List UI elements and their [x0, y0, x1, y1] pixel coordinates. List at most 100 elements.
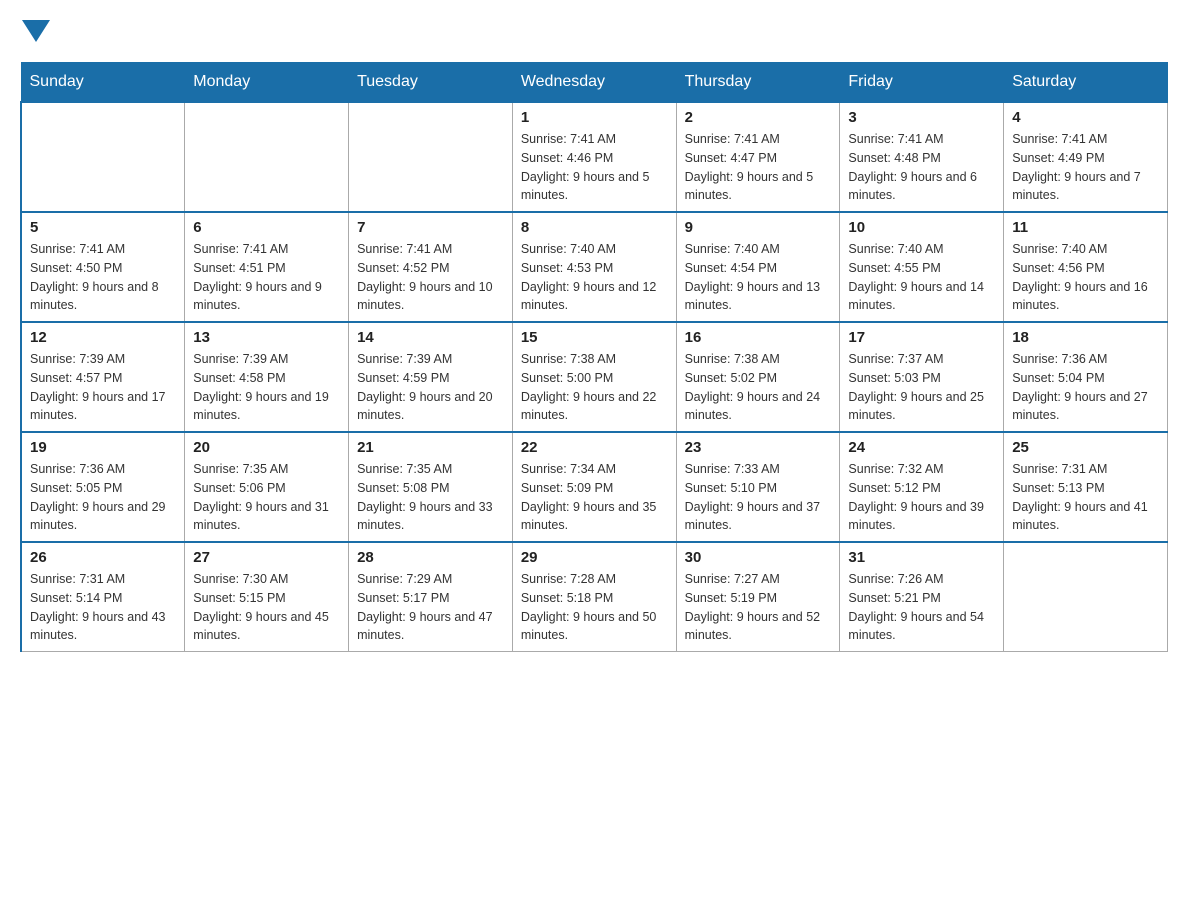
day-info: Sunrise: 7:33 AMSunset: 5:10 PMDaylight:…: [685, 460, 832, 535]
day-info: Sunrise: 7:35 AMSunset: 5:06 PMDaylight:…: [193, 460, 340, 535]
day-info: Sunrise: 7:31 AMSunset: 5:14 PMDaylight:…: [30, 570, 176, 645]
day-info: Sunrise: 7:40 AMSunset: 4:54 PMDaylight:…: [685, 240, 832, 315]
calendar-cell: 13 Sunrise: 7:39 AMSunset: 4:58 PMDayligh…: [185, 322, 349, 432]
day-info: Sunrise: 7:30 AMSunset: 5:15 PMDaylight:…: [193, 570, 340, 645]
calendar-week-row: 12 Sunrise: 7:39 AMSunset: 4:57 PMDayligh…: [21, 322, 1168, 432]
calendar-table: SundayMondayTuesdayWednesdayThursdayFrid…: [20, 62, 1168, 652]
day-info: Sunrise: 7:41 AMSunset: 4:50 PMDaylight:…: [30, 240, 176, 315]
calendar-cell: 6 Sunrise: 7:41 AMSunset: 4:51 PMDaylight…: [185, 212, 349, 322]
day-number: 23: [685, 439, 832, 456]
calendar-cell: 24Sunrise: 7:32 AMSunset: 5:12 PMDayligh…: [840, 432, 1004, 542]
day-number: 12: [30, 329, 176, 346]
day-of-week-header: Saturday: [1004, 63, 1168, 103]
calendar-cell: 28 Sunrise: 7:29 AMSunset: 5:17 PMDayligh…: [349, 542, 513, 652]
day-number: 22: [521, 439, 668, 456]
day-number: 3: [848, 109, 995, 126]
calendar-cell: 11 Sunrise: 7:40 AMSunset: 4:56 PMDayligh…: [1004, 212, 1168, 322]
day-number: 4: [1012, 109, 1159, 126]
day-of-week-header: Tuesday: [349, 63, 513, 103]
day-info: Sunrise: 7:38 AMSunset: 5:02 PMDaylight:…: [685, 350, 832, 425]
day-info: Sunrise: 7:36 AMSunset: 5:04 PMDaylight:…: [1012, 350, 1159, 425]
day-number: 21: [357, 439, 504, 456]
day-number: 1: [521, 109, 668, 126]
day-info: Sunrise: 7:41 AMSunset: 4:48 PMDaylight:…: [848, 130, 995, 205]
calendar-cell: 27 Sunrise: 7:30 AMSunset: 5:15 PMDayligh…: [185, 542, 349, 652]
day-info: Sunrise: 7:29 AMSunset: 5:17 PMDaylight:…: [357, 570, 504, 645]
day-info: Sunrise: 7:40 AMSunset: 4:53 PMDaylight:…: [521, 240, 668, 315]
day-number: 14: [357, 329, 504, 346]
calendar-cell: 26 Sunrise: 7:31 AMSunset: 5:14 PMDayligh…: [21, 542, 185, 652]
day-info: Sunrise: 7:27 AMSunset: 5:19 PMDaylight:…: [685, 570, 832, 645]
calendar-cell: [1004, 542, 1168, 652]
day-number: 29: [521, 549, 668, 566]
calendar-cell: 19 Sunrise: 7:36 AMSunset: 5:05 PMDayligh…: [21, 432, 185, 542]
day-info: Sunrise: 7:28 AMSunset: 5:18 PMDaylight:…: [521, 570, 668, 645]
day-number: 11: [1012, 219, 1159, 236]
day-number: 19: [30, 439, 176, 456]
calendar-cell: 15 Sunrise: 7:38 AMSunset: 5:00 PMDayligh…: [512, 322, 676, 432]
day-number: 16: [685, 329, 832, 346]
day-number: 26: [30, 549, 176, 566]
calendar-cell: 18 Sunrise: 7:36 AMSunset: 5:04 PMDayligh…: [1004, 322, 1168, 432]
day-number: 15: [521, 329, 668, 346]
calendar-cell: 3 Sunrise: 7:41 AMSunset: 4:48 PMDaylight…: [840, 102, 1004, 212]
day-info: Sunrise: 7:41 AMSunset: 4:49 PMDaylight:…: [1012, 130, 1159, 205]
calendar-cell: 30Sunrise: 7:27 AMSunset: 5:19 PMDayligh…: [676, 542, 840, 652]
day-info: Sunrise: 7:39 AMSunset: 4:57 PMDaylight:…: [30, 350, 176, 425]
day-info: Sunrise: 7:39 AMSunset: 4:59 PMDaylight:…: [357, 350, 504, 425]
calendar-cell: 25Sunrise: 7:31 AMSunset: 5:13 PMDayligh…: [1004, 432, 1168, 542]
calendar-week-row: 19 Sunrise: 7:36 AMSunset: 5:05 PMDayligh…: [21, 432, 1168, 542]
day-info: Sunrise: 7:41 AMSunset: 4:51 PMDaylight:…: [193, 240, 340, 315]
calendar-cell: 1Sunrise: 7:41 AMSunset: 4:46 PMDaylight…: [512, 102, 676, 212]
day-number: 28: [357, 549, 504, 566]
day-number: 13: [193, 329, 340, 346]
day-number: 6: [193, 219, 340, 236]
day-number: 17: [848, 329, 995, 346]
calendar-week-row: 26 Sunrise: 7:31 AMSunset: 5:14 PMDayligh…: [21, 542, 1168, 652]
calendar-cell: 2Sunrise: 7:41 AMSunset: 4:47 PMDaylight…: [676, 102, 840, 212]
day-info: Sunrise: 7:34 AMSunset: 5:09 PMDaylight:…: [521, 460, 668, 535]
calendar-cell: 21 Sunrise: 7:35 AMSunset: 5:08 PMDayligh…: [349, 432, 513, 542]
calendar-cell: 5 Sunrise: 7:41 AMSunset: 4:50 PMDaylight…: [21, 212, 185, 322]
day-of-week-header: Thursday: [676, 63, 840, 103]
day-info: Sunrise: 7:38 AMSunset: 5:00 PMDaylight:…: [521, 350, 668, 425]
day-info: Sunrise: 7:36 AMSunset: 5:05 PMDaylight:…: [30, 460, 176, 535]
day-info: Sunrise: 7:35 AMSunset: 5:08 PMDaylight:…: [357, 460, 504, 535]
day-info: Sunrise: 7:41 AMSunset: 4:47 PMDaylight:…: [685, 130, 832, 205]
day-info: Sunrise: 7:41 AMSunset: 4:52 PMDaylight:…: [357, 240, 504, 315]
day-info: Sunrise: 7:32 AMSunset: 5:12 PMDaylight:…: [848, 460, 995, 535]
day-number: 18: [1012, 329, 1159, 346]
page-header: [20, 20, 1168, 42]
calendar-cell: 4 Sunrise: 7:41 AMSunset: 4:49 PMDaylight…: [1004, 102, 1168, 212]
calendar-header-row: SundayMondayTuesdayWednesdayThursdayFrid…: [21, 63, 1168, 103]
calendar-cell: [185, 102, 349, 212]
day-info: Sunrise: 7:40 AMSunset: 4:56 PMDaylight:…: [1012, 240, 1159, 315]
day-info: Sunrise: 7:39 AMSunset: 4:58 PMDaylight:…: [193, 350, 340, 425]
day-number: 5: [30, 219, 176, 236]
calendar-cell: [349, 102, 513, 212]
day-number: 27: [193, 549, 340, 566]
day-of-week-header: Monday: [185, 63, 349, 103]
calendar-cell: 14 Sunrise: 7:39 AMSunset: 4:59 PMDayligh…: [349, 322, 513, 432]
day-number: 20: [193, 439, 340, 456]
calendar-cell: 22 Sunrise: 7:34 AMSunset: 5:09 PMDayligh…: [512, 432, 676, 542]
calendar-cell: 29 Sunrise: 7:28 AMSunset: 5:18 PMDayligh…: [512, 542, 676, 652]
day-number: 9: [685, 219, 832, 236]
day-info: Sunrise: 7:26 AMSunset: 5:21 PMDaylight:…: [848, 570, 995, 645]
day-info: Sunrise: 7:37 AMSunset: 5:03 PMDaylight:…: [848, 350, 995, 425]
logo: [20, 20, 50, 42]
calendar-week-row: 5 Sunrise: 7:41 AMSunset: 4:50 PMDaylight…: [21, 212, 1168, 322]
calendar-cell: 10Sunrise: 7:40 AMSunset: 4:55 PMDayligh…: [840, 212, 1004, 322]
day-info: Sunrise: 7:31 AMSunset: 5:13 PMDaylight:…: [1012, 460, 1159, 535]
day-number: 31: [848, 549, 995, 566]
calendar-cell: [21, 102, 185, 212]
day-number: 8: [521, 219, 668, 236]
day-of-week-header: Friday: [840, 63, 1004, 103]
logo-triangle-icon: [22, 20, 50, 42]
calendar-week-row: 1Sunrise: 7:41 AMSunset: 4:46 PMDaylight…: [21, 102, 1168, 212]
day-info: Sunrise: 7:40 AMSunset: 4:55 PMDaylight:…: [848, 240, 995, 315]
day-of-week-header: Wednesday: [512, 63, 676, 103]
calendar-cell: 8 Sunrise: 7:40 AMSunset: 4:53 PMDaylight…: [512, 212, 676, 322]
calendar-cell: 9 Sunrise: 7:40 AMSunset: 4:54 PMDaylight…: [676, 212, 840, 322]
calendar-cell: 16 Sunrise: 7:38 AMSunset: 5:02 PMDayligh…: [676, 322, 840, 432]
